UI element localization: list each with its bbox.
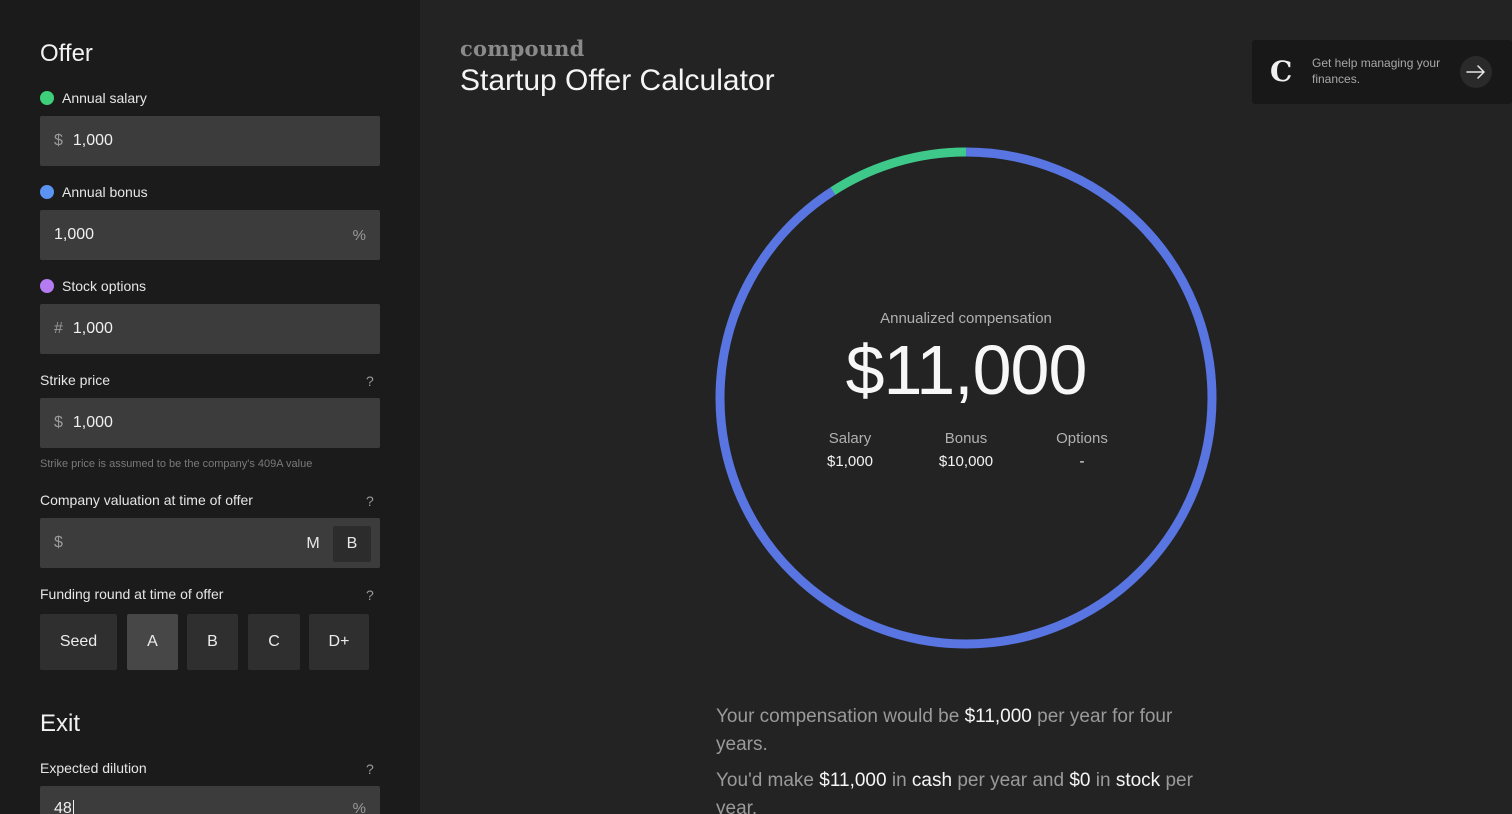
salary-value: 1,000: [72, 132, 113, 149]
summary-text: You'd make: [716, 770, 814, 791]
salary-label: Annual salary: [62, 90, 147, 106]
summary-stock-amount: $0: [1069, 770, 1091, 791]
options-input[interactable]: # 1,000: [40, 304, 380, 354]
text-caret: [72, 800, 74, 814]
salary-input[interactable]: $ 1,000: [40, 116, 380, 166]
dilution-label: Expected dilution: [40, 760, 147, 776]
valuation-label: Company valuation at time of offer: [40, 492, 253, 508]
bonus-label-row: Annual bonus: [40, 184, 148, 200]
strike-note: Strike price is assumed to be the compan…: [40, 458, 313, 470]
summary-amount: $11,000: [964, 706, 1032, 727]
percent-suffix: %: [352, 800, 366, 814]
stat-salary-value: $1,000: [827, 453, 873, 470]
summary-stock-word: stock: [1115, 770, 1161, 791]
round-button-b[interactable]: B: [187, 614, 238, 670]
stat-bonus-label: Bonus: [944, 430, 988, 447]
unit-toggle-b[interactable]: B: [333, 526, 371, 562]
dollar-prefix: $: [54, 414, 63, 431]
options-value: 1,000: [72, 320, 113, 337]
compensation-label: Annualized compensation: [880, 310, 1052, 327]
dollar-prefix: $: [54, 534, 63, 551]
hash-prefix: #: [54, 320, 63, 337]
stat-bonus-value: $10,000: [938, 453, 994, 470]
page-title: Startup Offer Calculator: [460, 64, 775, 97]
options-color-dot: [40, 279, 54, 293]
summary-text: in: [891, 770, 907, 791]
funding-label: Funding round at time of offer: [40, 586, 224, 602]
funding-help-icon[interactable]: ?: [366, 587, 374, 603]
summary-text: Your compensation would be: [716, 706, 960, 727]
dilution-value: 48: [54, 800, 72, 814]
dilution-input[interactable]: 48 %: [40, 786, 380, 814]
round-button-c[interactable]: C: [248, 614, 300, 670]
brand-logo-text[interactable]: compound: [460, 36, 585, 61]
help-card-text: Get help managing your finances.: [1312, 56, 1441, 86]
stat-options-label: Options: [1056, 430, 1108, 447]
valuation-input[interactable]: $ M B: [40, 518, 380, 568]
round-button-d-plus[interactable]: D+: [309, 614, 369, 670]
compound-logo-icon: C: [1270, 55, 1293, 88]
round-button-seed[interactable]: Seed: [40, 614, 117, 670]
stat-salary-label: Salary: [828, 430, 872, 447]
compensation-total: $11,000: [845, 331, 1088, 409]
arrow-right-icon[interactable]: [1460, 56, 1492, 88]
dollar-prefix: $: [54, 132, 63, 149]
unit-toggle-m[interactable]: M: [294, 526, 332, 562]
bonus-input[interactable]: 1,000 %: [40, 210, 380, 260]
summary-cash-word: cash: [911, 770, 953, 791]
options-label: Stock options: [62, 278, 147, 294]
stat-salary: Salary $1,000: [790, 430, 910, 470]
exit-section-title: Exit: [40, 710, 81, 737]
percent-suffix: %: [352, 226, 366, 244]
help-card[interactable]: C Get help managing your finances.: [1252, 40, 1512, 104]
summary-line-1: Your compensation would be $11,000 per y…: [716, 703, 1216, 759]
options-label-row: Stock options: [40, 278, 146, 294]
strike-label: Strike price: [40, 372, 111, 388]
bonus-label: Annual bonus: [62, 184, 148, 200]
offer-section-title: Offer: [40, 40, 93, 67]
summary-line-2: You'd make $11,000 in cash per year and …: [716, 767, 1216, 814]
salary-color-dot: [40, 91, 54, 105]
bonus-value: 1,000: [54, 226, 95, 243]
stat-options: Options -: [1022, 430, 1142, 470]
dilution-help-icon[interactable]: ?: [366, 761, 374, 777]
strike-input[interactable]: $ 1,000: [40, 398, 380, 448]
summary-cash-amount: $11,000: [819, 770, 887, 791]
summary-text: per year and: [957, 770, 1065, 791]
stat-bonus: Bonus $10,000: [906, 430, 1026, 470]
stat-options-value: -: [1079, 453, 1085, 470]
round-button-a[interactable]: A: [127, 614, 178, 670]
bonus-color-dot: [40, 185, 54, 199]
strike-help-icon[interactable]: ?: [366, 373, 374, 389]
strike-value: 1,000: [72, 414, 113, 431]
summary-text: in: [1095, 770, 1111, 791]
valuation-help-icon[interactable]: ?: [366, 493, 374, 509]
offer-sidebar: Offer Annual salary $ 1,000 Annual bonus…: [0, 0, 420, 814]
salary-label-row: Annual salary: [40, 90, 147, 106]
